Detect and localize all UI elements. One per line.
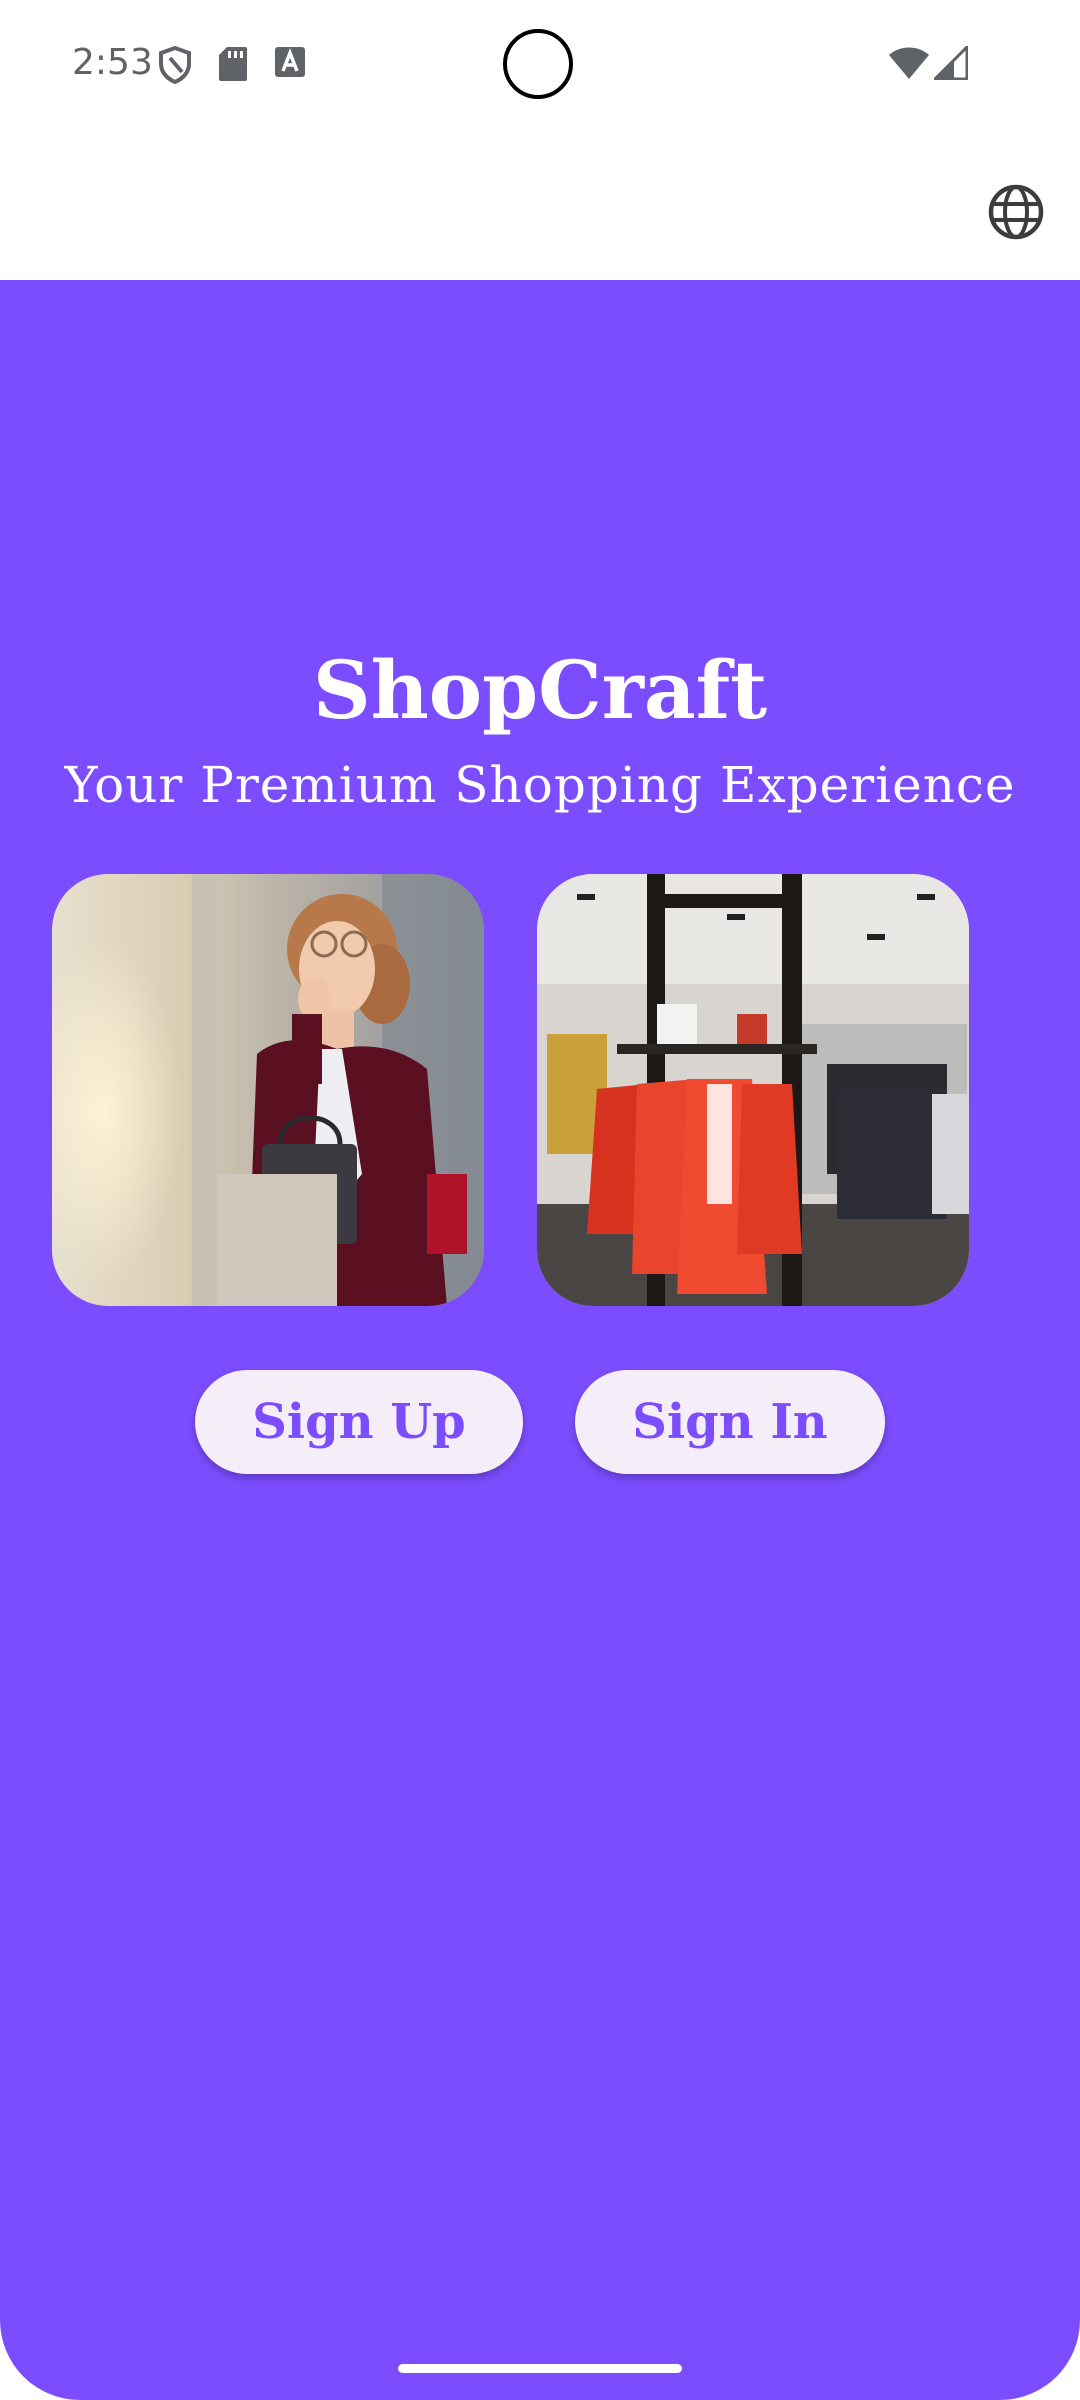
status-time: 2:53 — [72, 42, 153, 83]
home-indicator[interactable] — [398, 2364, 682, 2373]
globe-icon — [988, 184, 1044, 240]
camera-cutout — [503, 29, 573, 99]
sign-in-button[interactable]: Sign In — [575, 1370, 885, 1474]
sign-up-button[interactable]: Sign Up — [195, 1370, 523, 1474]
app-title: ShopCraft — [312, 643, 768, 737]
sd-card-icon — [218, 46, 248, 86]
hero-background — [0, 280, 1080, 2400]
app-tagline: Your Premium Shopping Experience — [64, 756, 1016, 814]
woman-shopping-photo — [52, 874, 484, 1306]
clothing-store-photo — [537, 874, 969, 1306]
welcome-screen: 2:53 ShopCraft Your Premium Shopping Exp… — [0, 0, 1080, 2400]
app-bar — [0, 130, 1080, 280]
font-a-icon — [274, 46, 306, 82]
signal-icon — [931, 43, 969, 84]
shield-icon — [158, 45, 192, 88]
status-bar: 2:53 — [0, 0, 1080, 130]
language-button[interactable] — [978, 174, 1054, 250]
wifi-icon — [888, 46, 930, 84]
